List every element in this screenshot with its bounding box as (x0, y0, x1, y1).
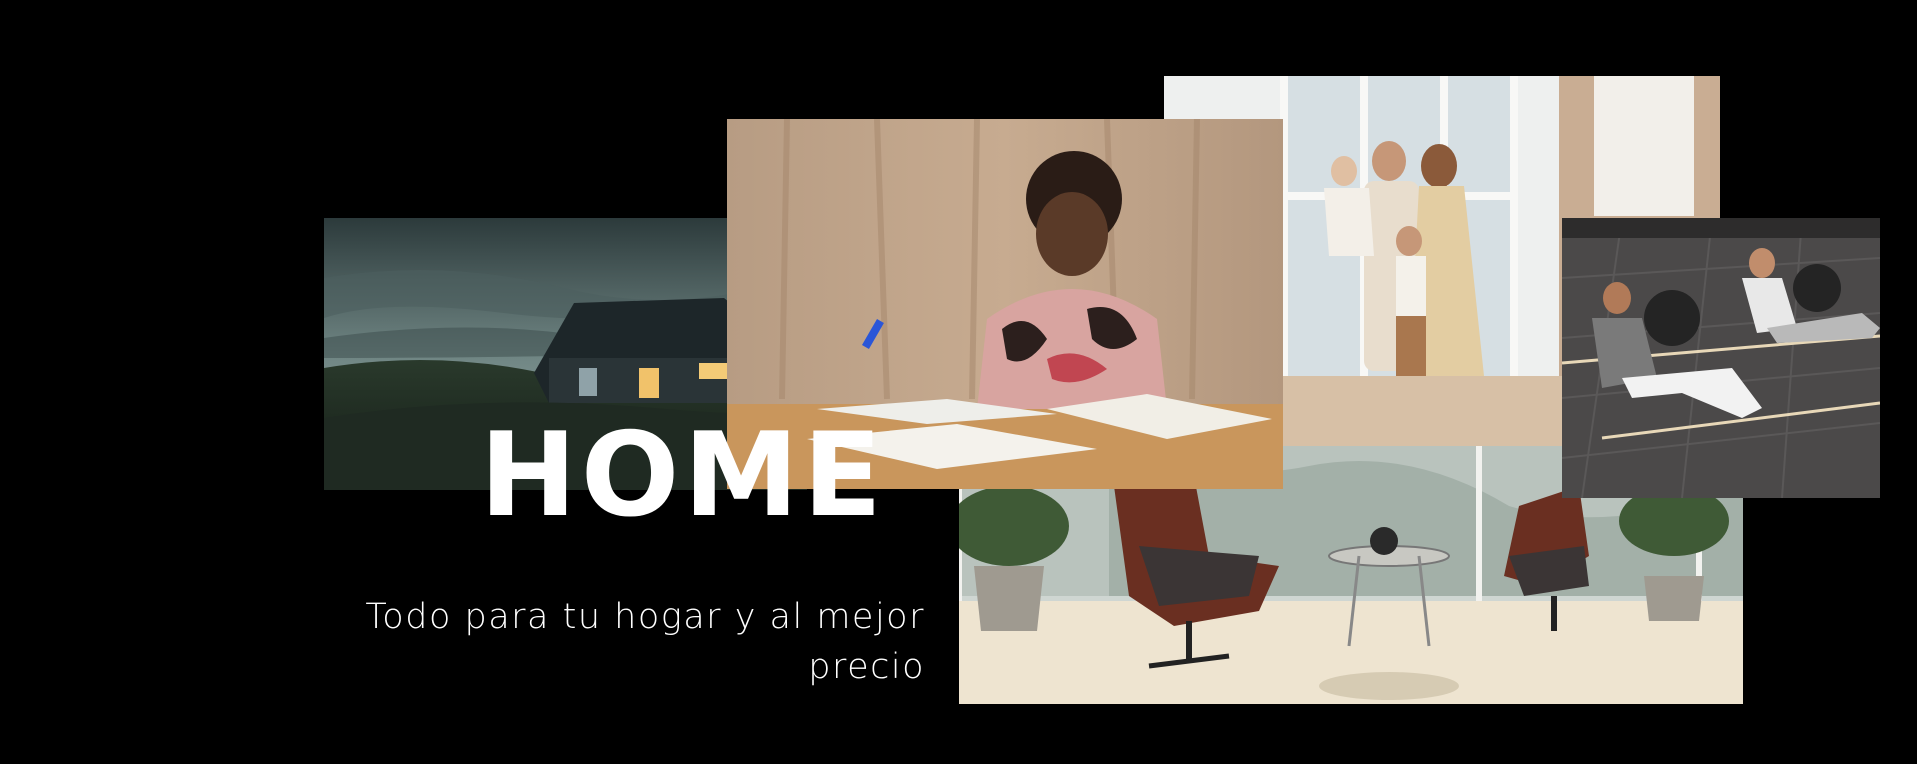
hero-subtitle-line-2: precio (808, 647, 925, 687)
hero-collage: HOME Todo para tu hogar y al mejor preci… (0, 0, 1917, 764)
hero-subtitle: Todo para tu hogar y al mejor precio (325, 592, 925, 692)
hero-subtitle-line-1: Todo para tu hogar y al mejor (365, 597, 925, 637)
hero-title: HOME (479, 408, 886, 543)
fitness-photo (1562, 218, 1880, 498)
